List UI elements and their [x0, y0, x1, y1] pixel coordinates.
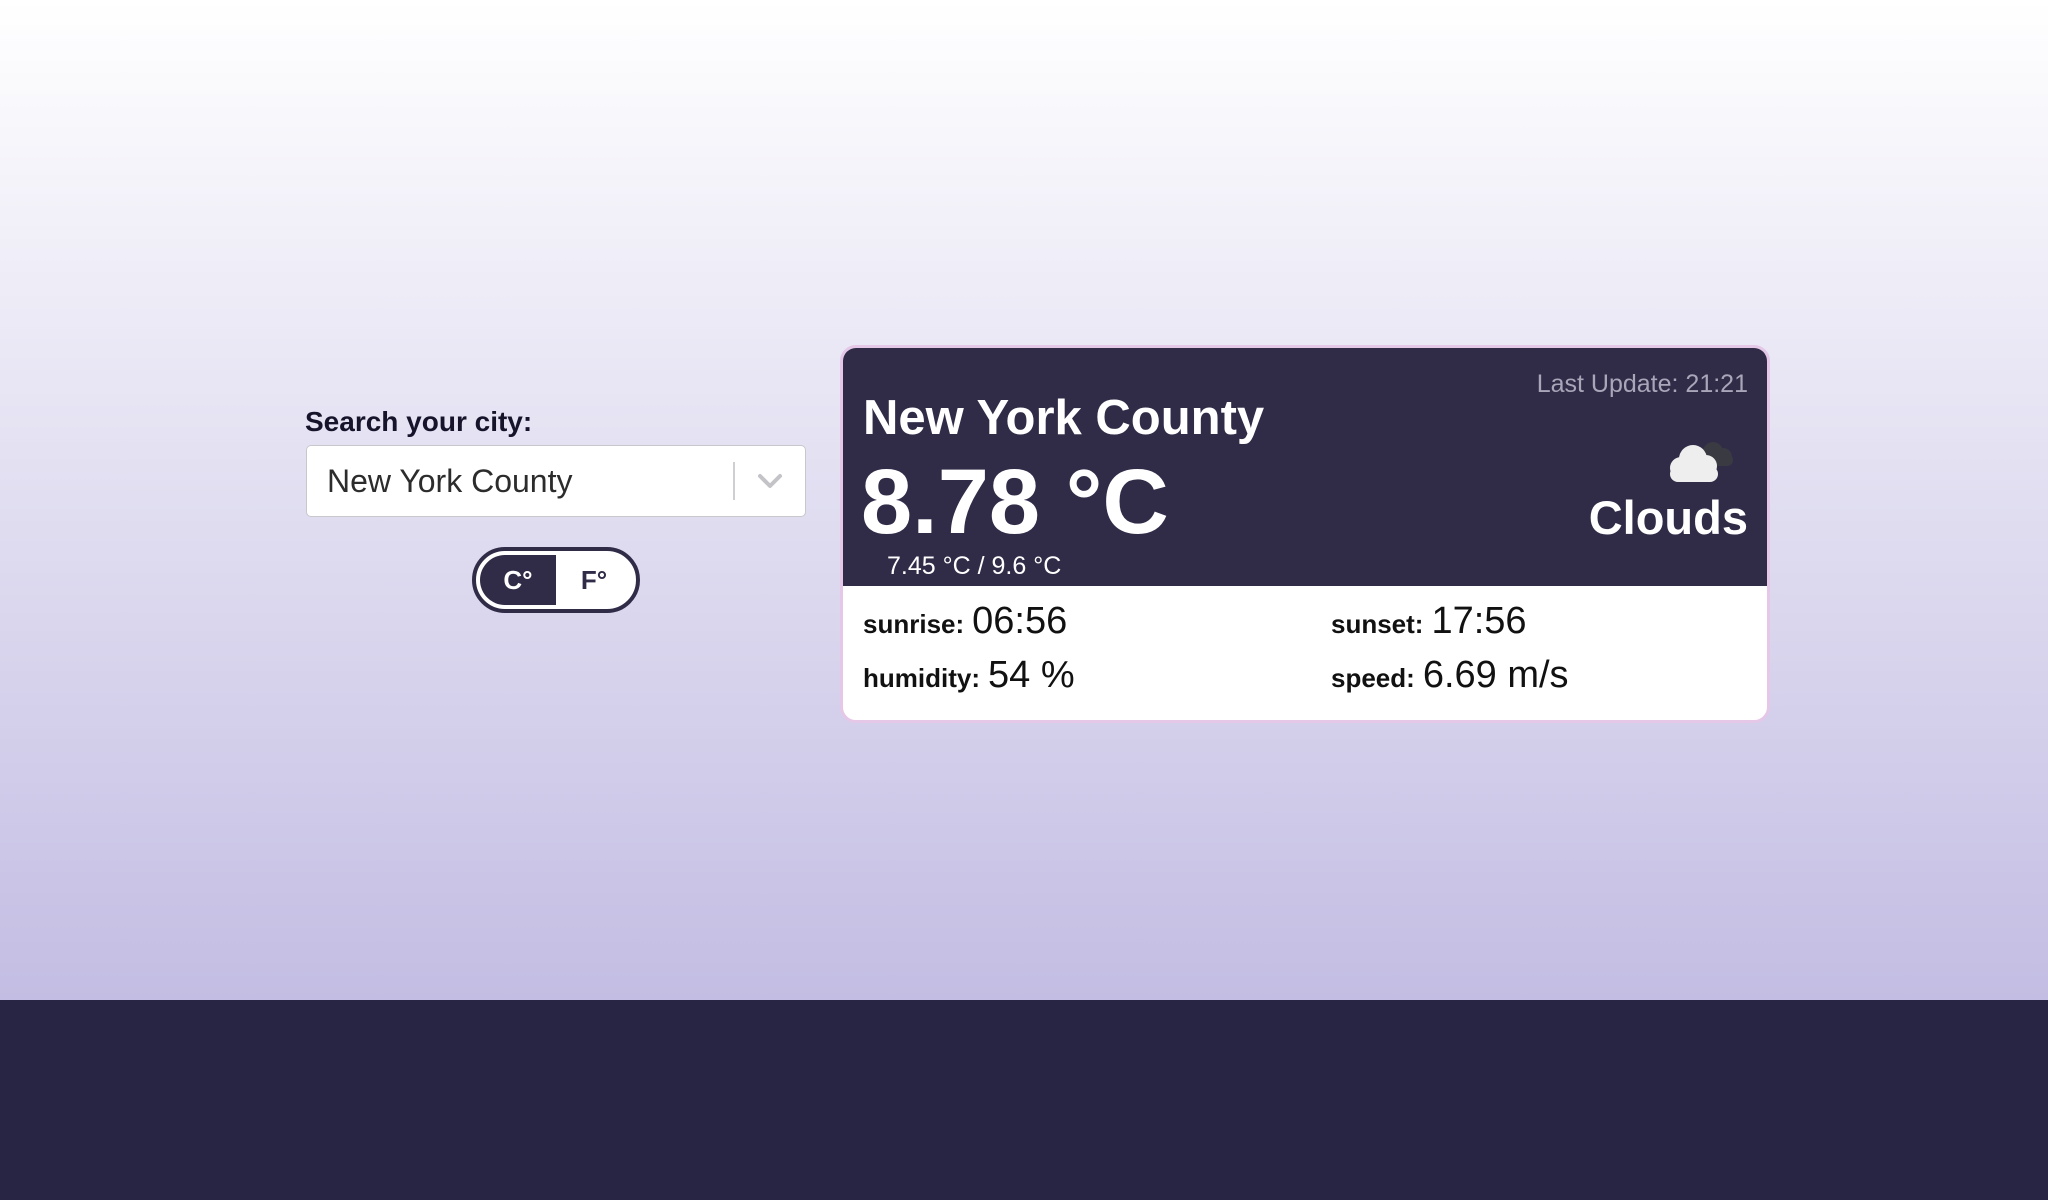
speed-label: speed: [1331, 663, 1415, 693]
sunrise-value: 06:56 [972, 600, 1068, 642]
unit-toggle[interactable]: C° F° [472, 547, 640, 613]
cloud-icon [1661, 434, 1741, 486]
select-separator [733, 462, 735, 500]
city-select[interactable]: New York County [306, 445, 806, 517]
city-name: New York County [863, 391, 1265, 445]
sunrise-stat: sunrise: 06:56 [863, 600, 1067, 643]
wind-speed-stat: speed: 6.69 m/s [1331, 654, 1569, 697]
sunset-stat: sunset: 17:56 [1331, 600, 1527, 643]
sunrise-label: sunrise: [863, 609, 965, 639]
humidity-label: humidity: [863, 663, 980, 693]
weather-card: Last Update: 21:21 New York County 8.78 … [840, 345, 1770, 723]
page: Search your city: New York County C° F° … [0, 0, 2048, 1200]
weather-card-header: Last Update: 21:21 New York County 8.78 … [843, 348, 1767, 586]
humidity-stat: humidity: 54 % [863, 654, 1075, 697]
weather-condition: Clouds [1588, 491, 1748, 544]
city-select-value[interactable]: New York County [327, 446, 572, 516]
speed-value: 6.69 m/s [1422, 654, 1569, 696]
sunset-value: 17:56 [1431, 600, 1527, 642]
search-label: Search your city: [305, 406, 533, 437]
humidity-value: 54 % [988, 654, 1075, 696]
footer [0, 1000, 2048, 1200]
current-temperature: 8.78 °C [861, 451, 1169, 553]
last-update: Last Update: 21:21 [1536, 370, 1748, 398]
sunset-label: sunset: [1331, 609, 1424, 639]
temperature-range: 7.45 °C / 9.6 °C [887, 552, 1062, 580]
fahrenheit-option[interactable]: F° [556, 555, 632, 605]
celsius-option[interactable]: C° [480, 555, 556, 605]
chevron-down-icon[interactable] [755, 468, 785, 494]
